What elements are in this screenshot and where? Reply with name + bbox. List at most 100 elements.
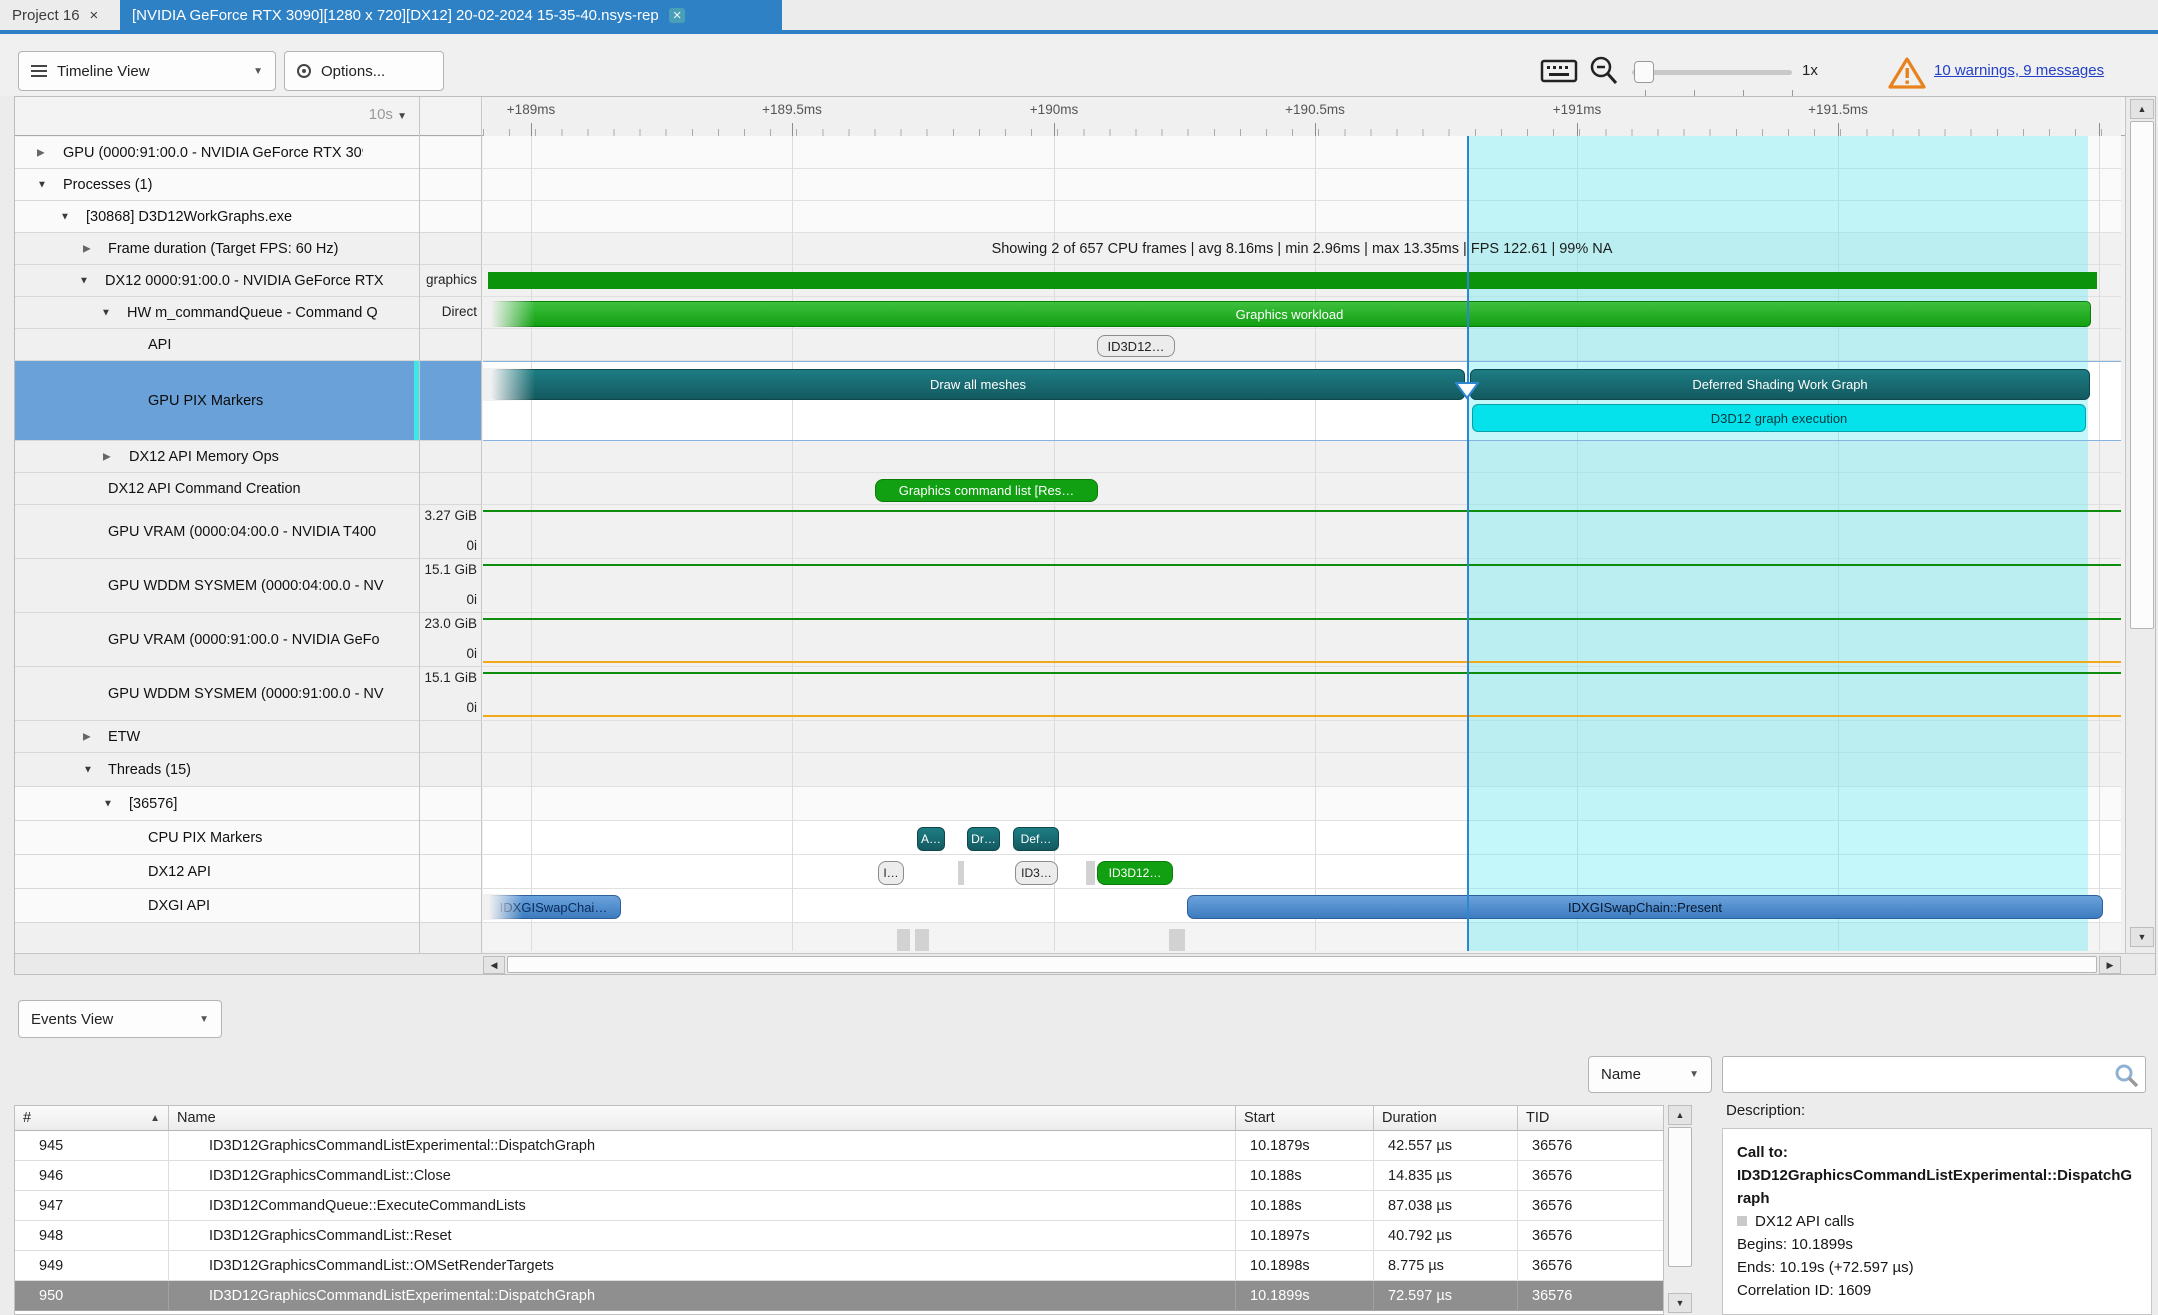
events-scrollbar[interactable]: ▲ ▼ xyxy=(1666,1105,1695,1315)
api-call-pill[interactable]: ID3D12… xyxy=(1097,335,1175,357)
dx12-api-pill[interactable]: ID3… xyxy=(1015,861,1058,885)
tree-row-process-exe[interactable]: ▼ [30868] D3D12WorkGraphs.exe xyxy=(15,201,481,233)
table-row[interactable]: 946 ID3D12GraphicsCommandList::Close 10.… xyxy=(15,1161,1664,1191)
expander-icon[interactable]: ▶ xyxy=(83,243,91,254)
column-header-num[interactable]: # ▲ xyxy=(15,1106,169,1131)
cursor-marker-icon[interactable] xyxy=(1455,382,1479,400)
cpu-pix-marker-pill[interactable]: Dr… xyxy=(967,827,1000,851)
cpu-pix-marker-pill[interactable]: A… xyxy=(917,827,945,851)
tree-row-cpu-pix-markers[interactable]: CPU PIX Markers xyxy=(15,821,481,855)
tab-report[interactable]: [NVIDIA GeForce RTX 3090][1280 x 720][DX… xyxy=(120,0,782,30)
tree-row-dx12-api[interactable]: DX12 API xyxy=(15,855,481,889)
tree-row-frame-duration[interactable]: ▶ Frame duration (Target FPS: 60 Hz) xyxy=(15,233,481,265)
scroll-down-icon[interactable]: ▼ xyxy=(1668,1293,1692,1313)
horizontal-scrollbar[interactable]: ◀ ▶ xyxy=(15,953,2156,975)
column-header-start[interactable]: Start xyxy=(1236,1106,1374,1131)
tree-row-sysmem-91[interactable]: GPU WDDM SYSMEM (0000:91:00.0 - NV 15.1 … xyxy=(15,667,481,721)
tree-row-label: DX12 0000:91:00.0 - NVIDIA GeForce RTX xyxy=(105,273,384,289)
timeline-plot[interactable]: Showing 2 of 657 CPU frames | avg 8.16ms… xyxy=(483,136,2121,951)
dx12-api-pill[interactable]: I… xyxy=(878,861,904,885)
dx12-api-sliver[interactable] xyxy=(1086,861,1095,885)
table-row-selected[interactable]: 950 ID3D12GraphicsCommandListExperimenta… xyxy=(15,1281,1664,1311)
filter-column-dropdown[interactable]: Name ▼ xyxy=(1588,1056,1712,1093)
options-button[interactable]: Options... xyxy=(284,51,444,91)
dx12-api-sliver[interactable] xyxy=(958,861,964,885)
tree-row-label: DX12 API xyxy=(148,864,211,880)
graphics-workload-bar[interactable]: Graphics workload xyxy=(488,301,2091,327)
table-row[interactable]: 947 ID3D12CommandQueue::ExecuteCommandLi… xyxy=(15,1191,1664,1221)
deferred-shading-bar[interactable]: Deferred Shading Work Graph xyxy=(1470,369,2090,400)
dispatch-graph-pill[interactable]: ID3D12… xyxy=(1097,861,1173,885)
scroll-up-icon[interactable]: ▲ xyxy=(2130,99,2154,119)
profiler-sliver[interactable] xyxy=(915,929,929,951)
profiler-sliver[interactable] xyxy=(1169,929,1185,951)
tree-row-label: GPU VRAM (0000:04:00.0 - NVIDIA T400 xyxy=(108,524,376,540)
column-header-name[interactable]: Name xyxy=(169,1106,1236,1131)
graph-execution-bar[interactable]: D3D12 graph execution xyxy=(1472,404,2086,432)
zoom-slider-handle[interactable] xyxy=(1634,61,1654,83)
scroll-right-icon[interactable]: ▶ xyxy=(2099,956,2121,974)
scroll-left-icon[interactable]: ◀ xyxy=(483,956,505,974)
options-icon xyxy=(297,64,311,78)
scroll-down-icon[interactable]: ▼ xyxy=(2130,927,2154,947)
expander-icon[interactable]: ▶ xyxy=(83,731,91,742)
timeline-cursor-line[interactable] xyxy=(1467,136,1469,951)
tree-row-gpu[interactable]: ▶ GPU (0000:91:00.0 - NVIDIA GeForce RTX… xyxy=(15,137,481,169)
tree-row-processes[interactable]: ▼ Processes (1) xyxy=(15,169,481,201)
expander-icon[interactable]: ▼ xyxy=(83,764,93,775)
expander-icon[interactable]: ▼ xyxy=(101,307,111,318)
tree-row-thread-36576[interactable]: ▼ [36576] xyxy=(15,787,481,821)
tree-row-command-queue[interactable]: ▼ HW m_commandQueue - Command Q Direct xyxy=(15,297,481,329)
expander-icon[interactable]: ▼ xyxy=(103,798,113,809)
tree-row-api[interactable]: API xyxy=(15,329,481,361)
graphics-command-list-pill[interactable]: Graphics command list [Res… xyxy=(875,479,1098,502)
events-view-dropdown[interactable]: Events View ▼ xyxy=(18,1000,222,1038)
evscroll-thumb[interactable] xyxy=(1668,1127,1692,1267)
column-header-duration[interactable]: Duration xyxy=(1374,1106,1518,1131)
expander-icon[interactable]: ▼ xyxy=(79,275,89,286)
tree-row-dxgi-api[interactable]: DXGI API xyxy=(15,889,481,923)
bar-label: IDXGISwapChain::Present xyxy=(1568,900,1722,915)
expander-icon[interactable]: ▶ xyxy=(103,451,111,462)
hscroll-thumb[interactable] xyxy=(507,956,2097,973)
tree-row-threads[interactable]: ▼ Threads (15) xyxy=(15,753,481,787)
scale-dropdown[interactable]: 10s ▼ xyxy=(369,106,407,123)
tab-project[interactable]: Project 16 × xyxy=(0,0,118,30)
nsight-systems-window: Project 16 × [NVIDIA GeForce RTX 3090][1… xyxy=(0,0,2158,1315)
search-icon[interactable] xyxy=(2114,1063,2140,1089)
tree-row-dx12-device[interactable]: ▼ DX12 0000:91:00.0 - NVIDIA GeForce RTX… xyxy=(15,265,481,297)
keyboard-icon[interactable] xyxy=(1540,57,1580,85)
warnings-link[interactable]: 10 warnings, 9 messages xyxy=(1934,62,2104,79)
timeline-view-dropdown[interactable]: Timeline View ▼ xyxy=(18,51,276,91)
expander-icon[interactable]: ▼ xyxy=(37,179,47,190)
vertical-scrollbar[interactable]: ▲ ▼ xyxy=(2125,97,2156,953)
swapchain-present-bar[interactable]: IDXGISwapChain::Present xyxy=(1187,895,2103,919)
sysmem-usage-line xyxy=(483,564,2121,566)
timeline-ruler[interactable]: +189ms +189.5ms +190ms +190.5ms +191ms +… xyxy=(483,97,2121,136)
table-row[interactable]: 945 ID3D12GraphicsCommandListExperimenta… xyxy=(15,1131,1664,1161)
profiler-sliver[interactable] xyxy=(897,929,910,951)
tree-row-partial[interactable] xyxy=(15,923,481,951)
tree-row-memory-ops[interactable]: ▶ DX12 API Memory Ops xyxy=(15,441,481,473)
draw-all-meshes-bar[interactable]: Draw all meshes xyxy=(491,369,1465,400)
zoom-out-icon[interactable] xyxy=(1588,54,1620,88)
close-icon[interactable]: × xyxy=(90,8,99,23)
cpu-pix-marker-pill[interactable]: Def… xyxy=(1013,827,1059,851)
dx12-graphics-bar[interactable] xyxy=(488,272,2097,289)
tree-row-vram-91[interactable]: GPU VRAM (0000:91:00.0 - NVIDIA GeFo 23.… xyxy=(15,613,481,667)
tree-row-sysmem-04[interactable]: GPU WDDM SYSMEM (0000:04:00.0 - NV 15.1 … xyxy=(15,559,481,613)
tree-row-vram-t400[interactable]: GPU VRAM (0000:04:00.0 - NVIDIA T400 3.2… xyxy=(15,505,481,559)
vscroll-thumb[interactable] xyxy=(2130,121,2154,629)
table-row[interactable]: 949 ID3D12GraphicsCommandList::OMSetRend… xyxy=(15,1251,1664,1281)
expander-icon[interactable]: ▶ xyxy=(37,147,45,158)
expander-icon[interactable]: ▼ xyxy=(60,211,70,222)
tree-row-etw[interactable]: ▶ ETW xyxy=(15,721,481,753)
tree-row-gpu-pix-markers[interactable]: GPU PIX Markers xyxy=(15,361,481,441)
search-input[interactable] xyxy=(1722,1056,2146,1093)
zoom-slider-track[interactable] xyxy=(1632,70,1792,75)
column-header-tid[interactable]: TID xyxy=(1518,1106,1664,1131)
table-row[interactable]: 948 ID3D12GraphicsCommandList::Reset 10.… xyxy=(15,1221,1664,1251)
close-icon[interactable]: × xyxy=(669,8,686,23)
scroll-up-icon[interactable]: ▲ xyxy=(1668,1105,1692,1125)
tree-row-command-creation[interactable]: DX12 API Command Creation xyxy=(15,473,481,505)
